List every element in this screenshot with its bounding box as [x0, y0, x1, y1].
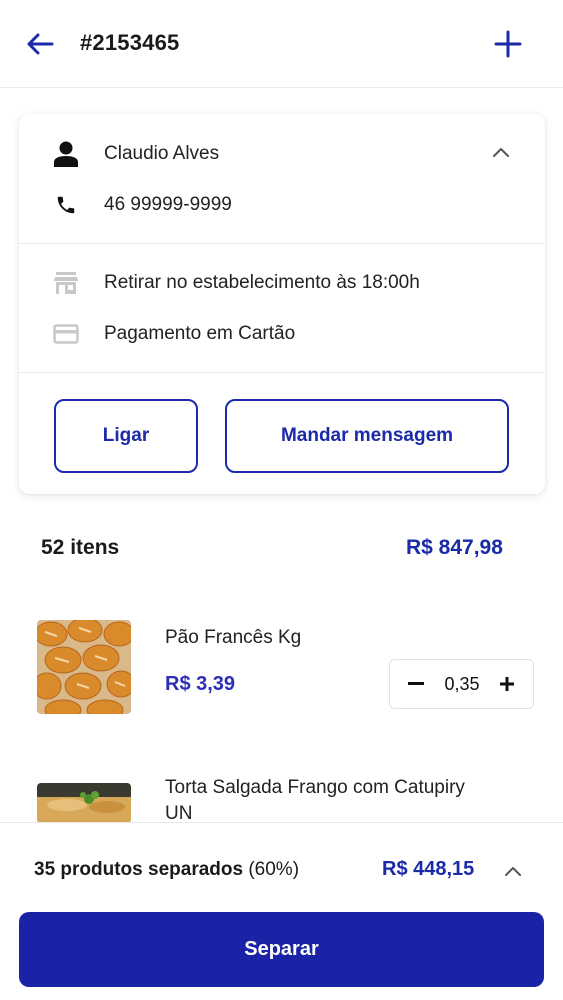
- card-divider: [19, 243, 545, 244]
- separated-summary: 35 produtos separados (60%): [34, 859, 299, 881]
- customer-phone: 46 99999-9999: [104, 194, 232, 215]
- separated-total: R$ 448,15: [382, 858, 475, 880]
- credit-card-icon: [52, 320, 80, 348]
- add-button[interactable]: [490, 26, 526, 62]
- store-icon: [52, 269, 80, 297]
- separated-count: 35 produtos separados: [34, 859, 244, 880]
- arrow-left-icon: [27, 33, 54, 55]
- product-image-pie: [37, 783, 131, 823]
- minus-icon: [408, 682, 424, 685]
- separated-percent: (60%): [248, 859, 300, 880]
- separate-button[interactable]: Separar: [19, 912, 544, 987]
- quantity-value[interactable]: 0,35: [435, 660, 489, 708]
- payment-info: Pagamento em Cartão: [104, 323, 296, 344]
- product-image-bread: [37, 620, 131, 714]
- decrease-quantity-button[interactable]: [396, 660, 436, 708]
- customer-name: Claudio Alves: [104, 143, 220, 164]
- chevron-up-icon: [505, 867, 521, 876]
- order-total: R$ 847,98: [406, 536, 503, 559]
- product-name: Torta Salgada Frango com Catupiry UN: [165, 777, 465, 824]
- product-price: R$ 3,39: [165, 673, 236, 695]
- phone-icon: [52, 191, 80, 219]
- product-name: Pão Francês Kg: [165, 627, 302, 648]
- customer-name-row: Claudio Alves: [19, 139, 545, 169]
- expand-summary-button[interactable]: [501, 859, 525, 883]
- items-count: 52 itens: [41, 536, 120, 559]
- message-button[interactable]: Mandar mensagem: [225, 399, 509, 473]
- collapse-card-button[interactable]: [489, 140, 513, 164]
- card-divider: [19, 372, 545, 373]
- back-button[interactable]: [22, 26, 58, 62]
- bottom-bar: 35 produtos separados (60%) R$ 448,15 Se…: [0, 822, 563, 1000]
- increase-quantity-button[interactable]: [487, 660, 527, 708]
- call-button[interactable]: Ligar: [54, 399, 198, 473]
- plus-icon: [494, 30, 522, 58]
- quantity-stepper: 0,35: [389, 659, 534, 709]
- customer-card: Claudio Alves 46 99999-9999 Retirar no e…: [19, 114, 545, 494]
- app-header: #2153465: [0, 0, 563, 88]
- chevron-up-icon: [493, 148, 509, 157]
- order-number: #2153465: [80, 30, 180, 55]
- person-icon: [52, 140, 80, 168]
- plus-icon: [500, 677, 514, 691]
- delivery-info: Retirar no estabelecimento às 18:00h: [104, 272, 420, 293]
